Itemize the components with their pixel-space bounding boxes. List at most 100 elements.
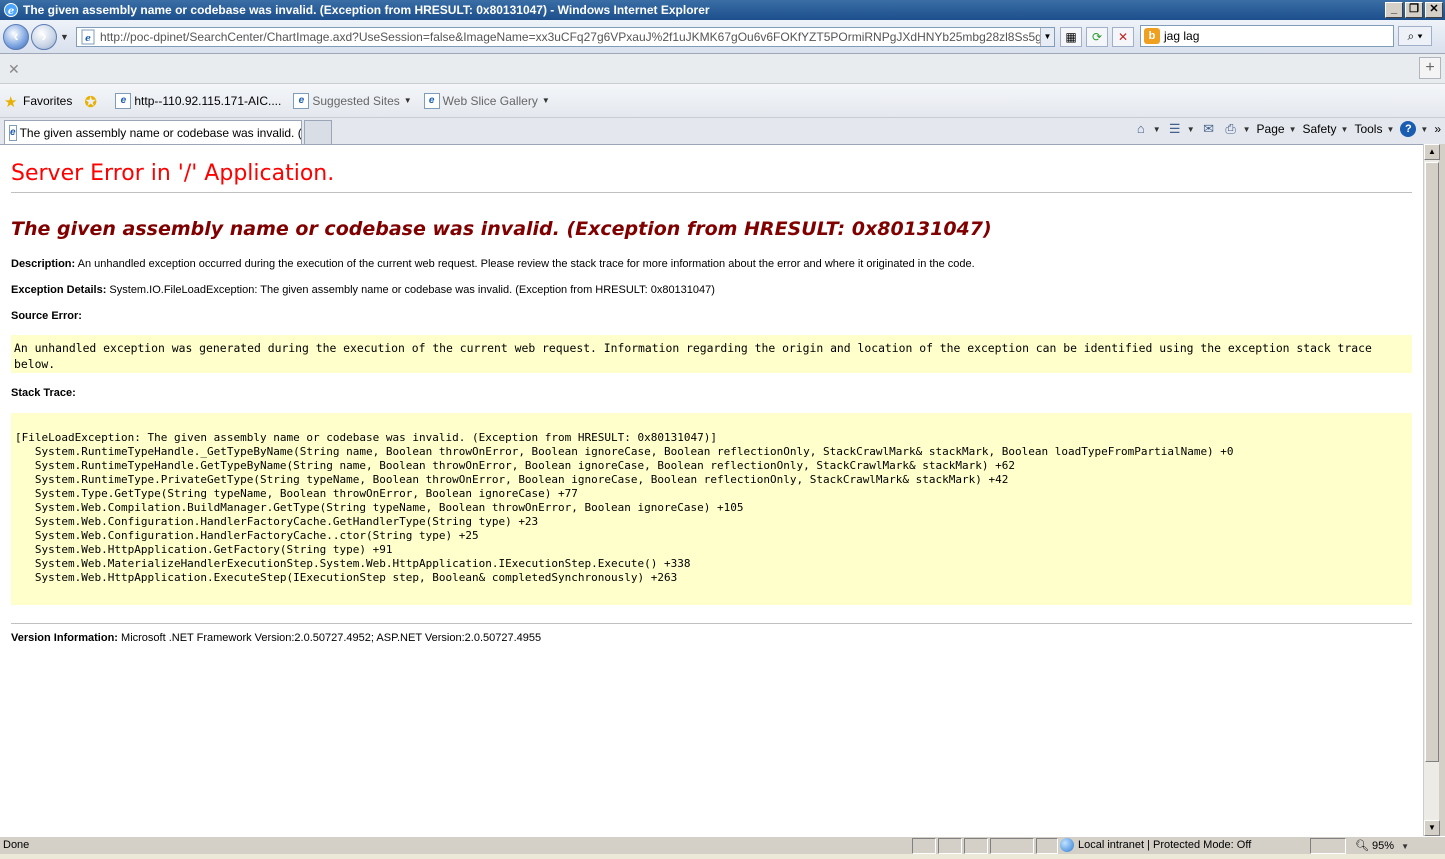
add-to-favorites-button[interactable]: ✪ (84, 93, 103, 111)
favorites-button[interactable]: ★ Favorites (4, 93, 73, 111)
restore-button[interactable]: ❐ (1405, 2, 1423, 18)
tab-label: The given assembly name or codebase was … (19, 125, 302, 140)
ie-page-icon: e (115, 92, 132, 109)
description-line: Description: An unhandled exception occu… (11, 258, 975, 270)
refresh-icon[interactable]: ⟳ (1086, 27, 1108, 47)
help-icon: ? (1400, 121, 1417, 137)
address-field[interactable]: e http://poc-dpinet/SearchCenter/ChartIm… (76, 27, 1055, 47)
minimize-button[interactable]: _ (1385, 2, 1403, 18)
exception-details-text: System.IO.FileLoadException: The given a… (109, 284, 715, 296)
notification-row: ✕ + (0, 54, 1445, 84)
search-button[interactable]: ⌕ ▾ (1398, 26, 1432, 46)
status-text: Done (3, 839, 30, 851)
status-segment (912, 838, 936, 854)
bing-icon: b (1144, 28, 1160, 44)
chevron-down-icon: ▼ (541, 96, 550, 105)
chevron-down-icon: ▼ (403, 96, 412, 105)
error-message: The given assembly name or codebase was … (11, 218, 992, 240)
help-button[interactable]: ? ▼ (1400, 121, 1428, 137)
favorites-label: Favorites (23, 93, 73, 108)
stop-icon[interactable]: ✕ (1112, 27, 1134, 47)
favorite-link-aic[interactable]: e http--110.92.115.171-AIC.... (115, 92, 282, 109)
security-zone-label: Local intranet | Protected Mode: Off (1078, 839, 1252, 851)
version-information-text: Microsoft .NET Framework Version:2.0.507… (121, 632, 542, 644)
exception-details-line: Exception Details: System.IO.FileLoadExc… (11, 284, 715, 296)
ie-logo-icon: e (4, 3, 18, 17)
exception-details-label: Exception Details: (11, 284, 107, 296)
scrollbar-thumb[interactable] (1425, 162, 1439, 762)
favorite-link-label: http--110.92.115.171-AIC.... (134, 93, 282, 108)
page-icon: e (81, 29, 95, 45)
favorite-web-slice-gallery[interactable]: e Web Slice Gallery ▼ (423, 92, 550, 109)
home-button[interactable]: ⌂ ▼ (1133, 121, 1161, 137)
version-information-line: Version Information: Microsoft .NET Fram… (11, 632, 541, 644)
stack-trace-label: Stack Trace: (11, 387, 76, 399)
stack-trace-box: [FileLoadException: The given assembly n… (11, 413, 1412, 605)
favorite-link-label: Suggested Sites (312, 93, 400, 108)
source-error-box: An unhandled exception was generated dur… (11, 335, 1412, 373)
tools-menu[interactable]: Tools ▼ (1354, 122, 1394, 136)
chevron-double-right-icon: » (1434, 122, 1441, 136)
chevron-down-icon: ▼ (1340, 124, 1349, 134)
tools-menu-label: Tools (1354, 122, 1383, 136)
taskbar-edge (0, 854, 1445, 859)
description-text: An unhandled exception occurred during t… (77, 258, 975, 270)
add-icon[interactable]: + (1419, 57, 1441, 79)
read-mail-button[interactable]: ✉ (1201, 121, 1217, 137)
scroll-down-icon[interactable]: ▼ (1424, 820, 1440, 836)
mail-icon: ✉ (1203, 121, 1215, 136)
print-button[interactable]: ⎙ ▼ (1223, 121, 1250, 137)
chevron-down-icon: ▼ (1401, 842, 1410, 851)
more-commands-button[interactable]: » (1434, 122, 1441, 136)
compatibility-view-icon[interactable]: ▦ (1060, 27, 1082, 47)
chevron-down-icon: ▼ (1152, 124, 1161, 134)
globe-icon (1060, 838, 1074, 852)
source-error-label: Source Error: (11, 310, 82, 322)
svg-text:e: e (8, 6, 14, 17)
security-zone[interactable]: Local intranet | Protected Mode: Off (1060, 838, 1251, 852)
feeds-button[interactable]: ☰ ▼ (1167, 121, 1195, 137)
server-error-heading: Server Error in '/' Application. (11, 161, 335, 186)
status-segment (938, 838, 962, 854)
protected-mode-segment[interactable] (1310, 838, 1346, 854)
ie-page-icon: e (293, 92, 310, 109)
status-segment (1036, 838, 1058, 854)
vertical-scrollbar[interactable]: ▲ ▼ (1423, 144, 1440, 836)
safety-menu[interactable]: Safety ▼ (1303, 122, 1349, 136)
rss-icon: ☰ (1168, 121, 1181, 136)
tab-row: e The given assembly name or codebase wa… (0, 118, 1445, 144)
zoom-label: 95% (1372, 840, 1395, 852)
divider (11, 623, 1412, 624)
home-icon: ⌂ (1136, 121, 1145, 136)
scroll-up-icon[interactable]: ▲ (1424, 144, 1440, 160)
search-query[interactable]: jag lag (1164, 29, 1199, 43)
favorite-suggested-sites[interactable]: e Suggested Sites ▼ (293, 92, 412, 109)
zoom-level[interactable]: 🔍︎ 95% ▼ (1355, 839, 1409, 852)
url-text[interactable]: http://poc-dpinet/SearchCenter/ChartImag… (100, 30, 1040, 44)
new-tab-button[interactable] (304, 120, 332, 144)
tab-current[interactable]: e The given assembly name or codebase wa… (4, 120, 302, 144)
ie-page-icon: e (9, 124, 17, 141)
page-content: Server Error in '/' Application. The giv… (0, 144, 1423, 836)
version-information-label: Version Information: (11, 632, 118, 644)
address-dropdown-icon[interactable]: ▼ (1040, 28, 1054, 46)
favorite-link-label: Web Slice Gallery (442, 93, 538, 108)
divider (11, 192, 1412, 193)
chevron-down-icon: ▼ (1186, 124, 1195, 134)
back-button[interactable]: ‹ (3, 24, 29, 50)
history-dropdown-icon[interactable]: ▼ (60, 32, 69, 42)
zoom-icon: 🔍︎ (1355, 840, 1369, 852)
status-segment (964, 838, 988, 854)
safety-menu-label: Safety (1302, 122, 1337, 136)
ie-page-icon: e (423, 92, 440, 109)
close-notification-icon[interactable]: ✕ (8, 61, 20, 78)
status-segment (990, 838, 1034, 854)
command-bar: ⌂ ▼ ☰ ▼ ✉ ⎙ ▼ Page ▼ Safety ▼ Tools ▼ ? ▼ » (1133, 121, 1441, 137)
chevron-down-icon: ▼ (1420, 124, 1429, 134)
stack-trace-line: Stack Trace: (11, 387, 76, 399)
forward-button[interactable]: › (31, 24, 57, 50)
page-menu[interactable]: Page ▼ (1257, 122, 1297, 136)
search-field[interactable]: b jag lag (1140, 25, 1394, 47)
add-favorite-icon: ✪ (84, 93, 97, 111)
close-window-button[interactable]: ✕ (1425, 2, 1443, 18)
